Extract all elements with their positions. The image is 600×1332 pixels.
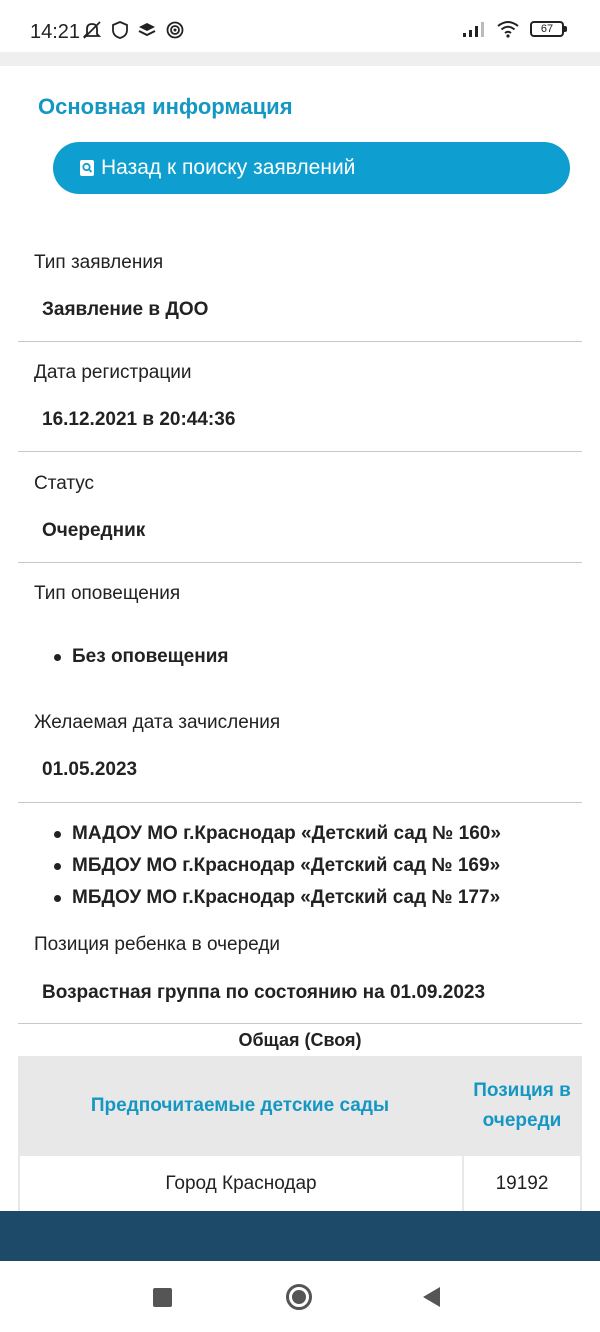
status-value: Очередник	[42, 520, 146, 541]
desired-enrollment-date-value: 01.05.2023	[42, 759, 138, 780]
back-to-search-button[interactable]: Назад к поиску заявлений	[53, 142, 570, 194]
layers-icon	[138, 23, 156, 37]
age-group-value: Возрастная группа по состоянию на 01.09.…	[42, 982, 486, 1003]
divider	[18, 341, 582, 342]
target-icon	[166, 21, 184, 39]
queue-table: Предпочитаемые детские сады Позиция в оч…	[18, 1056, 582, 1211]
registration-date-label: Дата регистрации	[34, 362, 192, 383]
list-item: МАДОУ МО г.Краснодар «Детский сад № 160»	[54, 818, 501, 850]
shield-icon	[112, 21, 128, 39]
desired-enrollment-date-label: Желаемая дата зачисления	[34, 712, 281, 733]
recents-icon[interactable]	[153, 1288, 172, 1307]
table-cell-area: Город Краснодар	[20, 1156, 462, 1211]
search-document-icon	[80, 160, 94, 176]
application-type-value: Заявление в ДОО	[42, 299, 209, 320]
column-header-kindergartens: Предпочитаемые детские сады	[90, 1095, 390, 1116]
table-cell-position: 19192	[464, 1156, 580, 1211]
notification-type-list: Без оповещения	[54, 641, 228, 673]
home-icon[interactable]	[286, 1284, 312, 1310]
column-header-position: Позиция в очереди	[473, 1080, 571, 1131]
status-icons-left	[82, 20, 184, 40]
notifications-off-icon	[82, 21, 102, 39]
application-type-label: Тип заявления	[34, 252, 164, 273]
list-item: Без оповещения	[54, 641, 228, 673]
footer-band	[0, 1211, 600, 1261]
status-icons-right: 67	[462, 20, 567, 38]
status-label: Статус	[34, 473, 95, 494]
table-caption: Общая (Своя)	[238, 1030, 362, 1050]
back-icon[interactable]	[423, 1287, 440, 1307]
header-band	[0, 52, 600, 66]
kindergarten-list: МАДОУ МО г.Краснодар «Детский сад № 160»…	[54, 818, 501, 914]
divider	[18, 562, 582, 563]
back-to-search-label: Назад к поиску заявлений	[101, 156, 356, 179]
wifi-icon	[497, 21, 519, 38]
divider	[18, 802, 582, 803]
registration-date-value: 16.12.2021 в 20:44:36	[42, 409, 236, 430]
queue-position-label: Позиция ребенка в очереди	[34, 934, 281, 955]
list-item: МБДОУ МО г.Краснодар «Детский сад № 177»	[54, 882, 501, 914]
navigation-bar	[0, 1261, 600, 1332]
battery-icon: 67	[530, 21, 567, 37]
page-title: Основная информация	[38, 94, 293, 119]
list-item: МБДОУ МО г.Краснодар «Детский сад № 169»	[54, 850, 501, 882]
divider	[18, 451, 582, 452]
divider	[18, 1023, 582, 1024]
status-time: 14:21	[30, 21, 81, 43]
signal-icon	[463, 22, 484, 37]
notification-type-label: Тип оповещения	[34, 583, 181, 604]
status-bar: 14:21 67	[0, 0, 600, 52]
